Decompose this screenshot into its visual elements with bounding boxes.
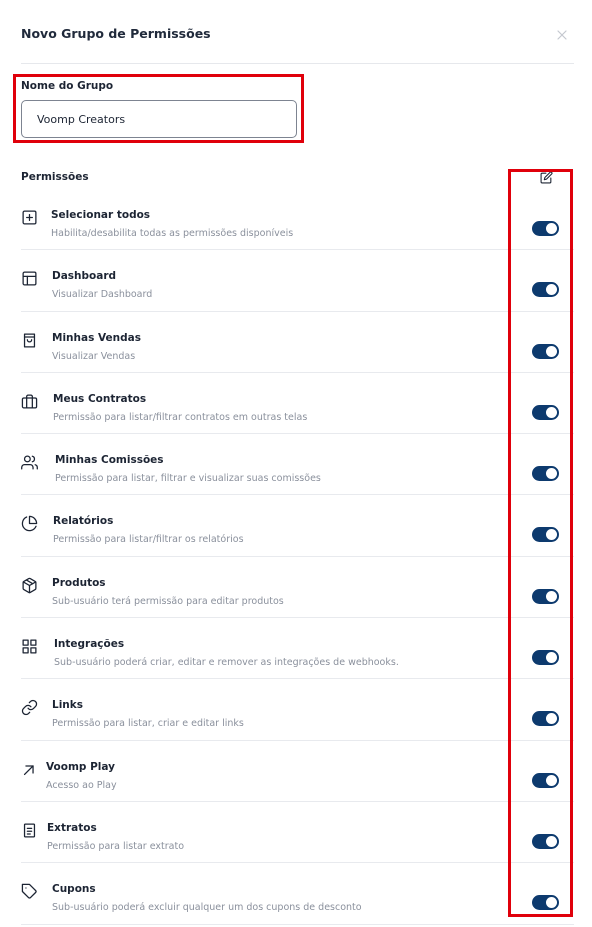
header-divider — [21, 63, 574, 64]
highlight-box-group-name — [13, 74, 304, 143]
permission-row-cupons: Cupons Sub-usuário poderá excluir qualque… — [21, 863, 574, 925]
permission-label: Integrações — [54, 638, 125, 651]
permission-label: Minhas Vendas — [52, 331, 141, 344]
permission-description: Permissão para listar extrato — [47, 840, 185, 852]
permission-label: Dashboard — [52, 270, 117, 283]
pie-chart-icon — [21, 515, 38, 532]
permission-description: Permissão para listar/filtrar contratos … — [53, 411, 308, 423]
permission-label: Meus Contratos — [53, 392, 147, 405]
highlight-box-toggles — [508, 169, 573, 917]
arrow-up-left-icon — [21, 761, 38, 778]
permission-description: Acesso ao Play — [46, 779, 117, 791]
permission-label: Relatórios — [53, 515, 114, 528]
layout-icon — [21, 270, 38, 287]
permission-row-links: Links Permissão para listar, criar e edit… — [21, 679, 574, 741]
permission-description: Habilita/desabilita todas as permissões … — [51, 228, 294, 239]
permission-description: Permissão para listar, criar e editar li… — [52, 718, 244, 730]
permission-row-integra-es: Integrações Sub-usuário poderá criar, edi… — [21, 618, 574, 680]
close-icon[interactable] — [556, 29, 568, 41]
permission-description: Visualizar Vendas — [52, 350, 136, 362]
permission-row-relat-rios: Relatórios Permissão para listar/filtrar … — [21, 495, 574, 557]
permission-label: Produtos — [52, 576, 106, 589]
permission-description: Visualizar Dashboard — [52, 289, 153, 301]
permission-row-voomp-play: Voomp Play Acesso ao Play — [21, 741, 574, 802]
permission-label: Cupons — [52, 883, 96, 896]
permission-label: Links — [52, 699, 83, 712]
permission-label: Extratos — [47, 821, 97, 834]
permission-row-meus-contratos: Meus Contratos Permissão para listar/filt… — [21, 373, 574, 435]
permission-row-minhas-vendas: Minhas Vendas Visualizar Vendas — [21, 312, 574, 373]
permission-label: Voomp Play — [46, 760, 115, 773]
permission-label: Minhas Comissões — [55, 454, 164, 467]
modal-header: Novo Grupo de Permissões — [0, 0, 592, 64]
permission-row-dashboard: Dashboard Visualizar Dashboard — [21, 250, 574, 312]
permission-description: Sub-usuário terá permissão para editar p… — [52, 595, 284, 607]
permission-row-minhas-comiss-es: Minhas Comissões Permissão para listar, f… — [21, 434, 574, 496]
package-icon — [21, 577, 38, 594]
permission-row-produtos: Produtos Sub-usuário terá permissão para … — [21, 557, 574, 619]
file-text-icon — [21, 822, 38, 839]
permission-description: Sub-usuário poderá criar, editar e remov… — [54, 657, 399, 669]
permission-label: Selecionar todos — [51, 209, 151, 221]
modal-title: Novo Grupo de Permissões — [21, 26, 211, 41]
permission-description: Sub-usuário poderá excluir qualquer um d… — [52, 902, 362, 914]
tag-icon — [21, 883, 38, 900]
permission-description: Permissão para listar, filtrar e visuali… — [55, 473, 321, 485]
permission-row-extratos: Extratos Permissão para listar extrato — [21, 802, 574, 864]
grid-icon — [21, 638, 38, 655]
briefcase-icon — [21, 393, 38, 410]
permission-description: Permissão para listar/filtrar os relatór… — [53, 534, 244, 546]
link-icon — [21, 699, 38, 716]
permissions-list: Selecionar todos Habilita/desabilita toda… — [21, 189, 574, 925]
users-icon — [21, 454, 38, 471]
plus-square-icon — [21, 209, 38, 226]
shopping-bag-icon — [21, 332, 38, 349]
permissions-title: Permissões — [21, 171, 89, 183]
permission-row-selecionar-todos: Selecionar todos Habilita/desabilita toda… — [21, 189, 574, 251]
